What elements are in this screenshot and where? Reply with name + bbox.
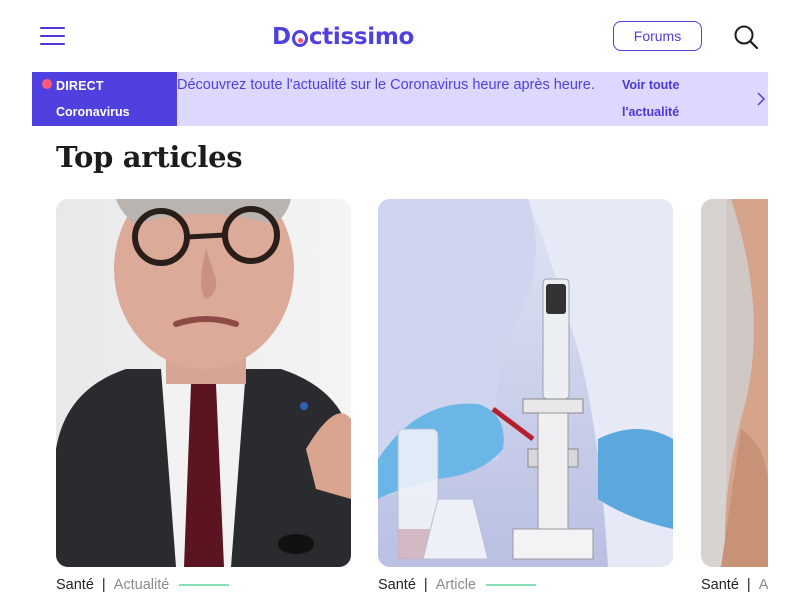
live-badge: DIRECT Coronavirus	[32, 72, 177, 126]
logo-text-start: D	[272, 24, 291, 50]
article-type: Actualité	[113, 577, 170, 593]
live-badge-topic: Coronavirus	[56, 105, 130, 119]
live-dot-icon	[42, 79, 52, 89]
forums-button[interactable]: Forums	[613, 21, 702, 51]
article-meta: Santé | Article	[701, 575, 768, 595]
banner-text: Découvrez toute l'actualité sur le Coron…	[177, 77, 595, 93]
accent-line	[485, 584, 536, 586]
article-meta: Santé | Article	[378, 575, 536, 595]
section-title: Top articles	[56, 140, 243, 174]
article-card[interactable]: Santé | Article	[701, 199, 768, 599]
article-image	[56, 199, 351, 567]
site-header: Dctissimo Forums	[0, 0, 800, 72]
article-image	[378, 199, 673, 567]
meta-separator: |	[423, 577, 428, 593]
live-news-banner[interactable]: DIRECT Coronavirus Découvrez toute l'act…	[32, 72, 768, 126]
article-category[interactable]: Santé	[701, 577, 739, 593]
article-meta: Santé | Actualité	[56, 575, 230, 595]
article-category[interactable]: Santé	[56, 577, 94, 593]
logo-o-mark-icon	[291, 29, 308, 47]
meta-separator: |	[101, 577, 106, 593]
accent-line	[179, 584, 230, 586]
live-badge-label: DIRECT	[56, 79, 104, 93]
see-all-news-link[interactable]: Voir toute l'actualité	[622, 72, 768, 126]
article-card[interactable]: Santé | Article	[378, 199, 673, 599]
search-icon[interactable]	[733, 24, 759, 50]
site-logo[interactable]: Dctissimo	[272, 22, 414, 52]
meta-separator: |	[746, 577, 751, 593]
article-card[interactable]: Santé | Actualité	[56, 199, 351, 599]
article-category[interactable]: Santé	[378, 577, 416, 593]
hamburger-menu-icon[interactable]	[40, 26, 65, 46]
see-all-news-label: Voir toute l'actualité	[622, 78, 680, 119]
article-type: Article	[435, 577, 476, 593]
logo-text-end: ctissimo	[308, 24, 414, 50]
article-image	[701, 199, 768, 567]
article-type: Article	[758, 577, 768, 593]
chevron-right-icon	[757, 92, 765, 106]
